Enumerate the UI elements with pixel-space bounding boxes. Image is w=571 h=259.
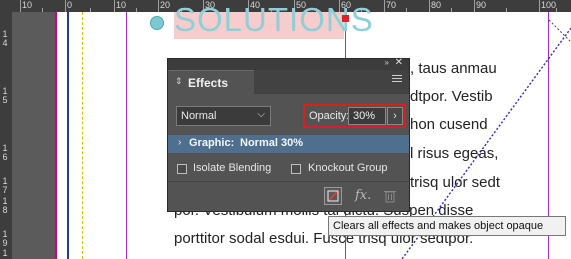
panel-menu-icon[interactable] [392, 75, 402, 84]
body-text-line: l risus egeas, [410, 145, 499, 162]
graphic-effects-row[interactable]: › Graphic: Normal 30% [168, 135, 409, 153]
opacity-value: 30% [353, 110, 376, 122]
trash-icon[interactable] [384, 189, 396, 203]
panel-divider [168, 181, 409, 182]
knockout-group-checkbox[interactable] [291, 164, 301, 174]
panel-title-bar[interactable]: » ✕ [168, 57, 409, 70]
tooltip: Clears all effects and makes object opaq… [328, 216, 566, 236]
opacity-control-highlight: Opacity: 30% › [303, 104, 406, 128]
isolate-blending-checkbox[interactable] [177, 164, 187, 174]
body-text-line: dtpor. Vestib [410, 88, 493, 105]
tab-collapse-icon[interactable]: ⇕ [175, 76, 183, 87]
isolate-blending-label: Isolate Blending [193, 162, 272, 174]
frame-handle[interactable] [342, 15, 349, 22]
tab-effects[interactable]: ⇕ Effects [169, 70, 254, 94]
opacity-input[interactable]: 30% [348, 107, 386, 125]
bullet-circle [150, 16, 164, 30]
body-text-line: hon cusend [410, 116, 488, 133]
opacity-slider-button[interactable]: › [387, 107, 403, 125]
blend-mode-select[interactable]: Normal ⌵ [176, 106, 271, 126]
expand-caret-icon[interactable]: › [178, 137, 181, 148]
blend-mode-value: Normal [181, 110, 217, 122]
chevron-down-icon: ⌵ [257, 109, 265, 120]
opacity-label: Opacity: [309, 110, 350, 122]
clear-effects-button[interactable] [324, 187, 342, 205]
tab-effects-label: Effects [188, 76, 229, 90]
effects-panel: » ✕ ⇕ Effects Normal ⌵ Opacity: 30% › › … [167, 57, 410, 212]
clear-effects-icon [327, 190, 339, 202]
body-text-line: trisq ulor sedt [410, 174, 501, 191]
fx-icon[interactable]: fx. [355, 188, 371, 203]
body-text-line: , taus anmau [410, 60, 497, 77]
knockout-group-label: Knockout Group [308, 162, 388, 174]
collapse-panel-icon[interactable]: » [385, 58, 389, 67]
close-icon[interactable]: ✕ [395, 57, 403, 68]
graphic-mode: Normal 30% [240, 137, 303, 149]
graphic-label: Graphic: [189, 137, 235, 149]
panel-tab-bar [254, 70, 409, 94]
